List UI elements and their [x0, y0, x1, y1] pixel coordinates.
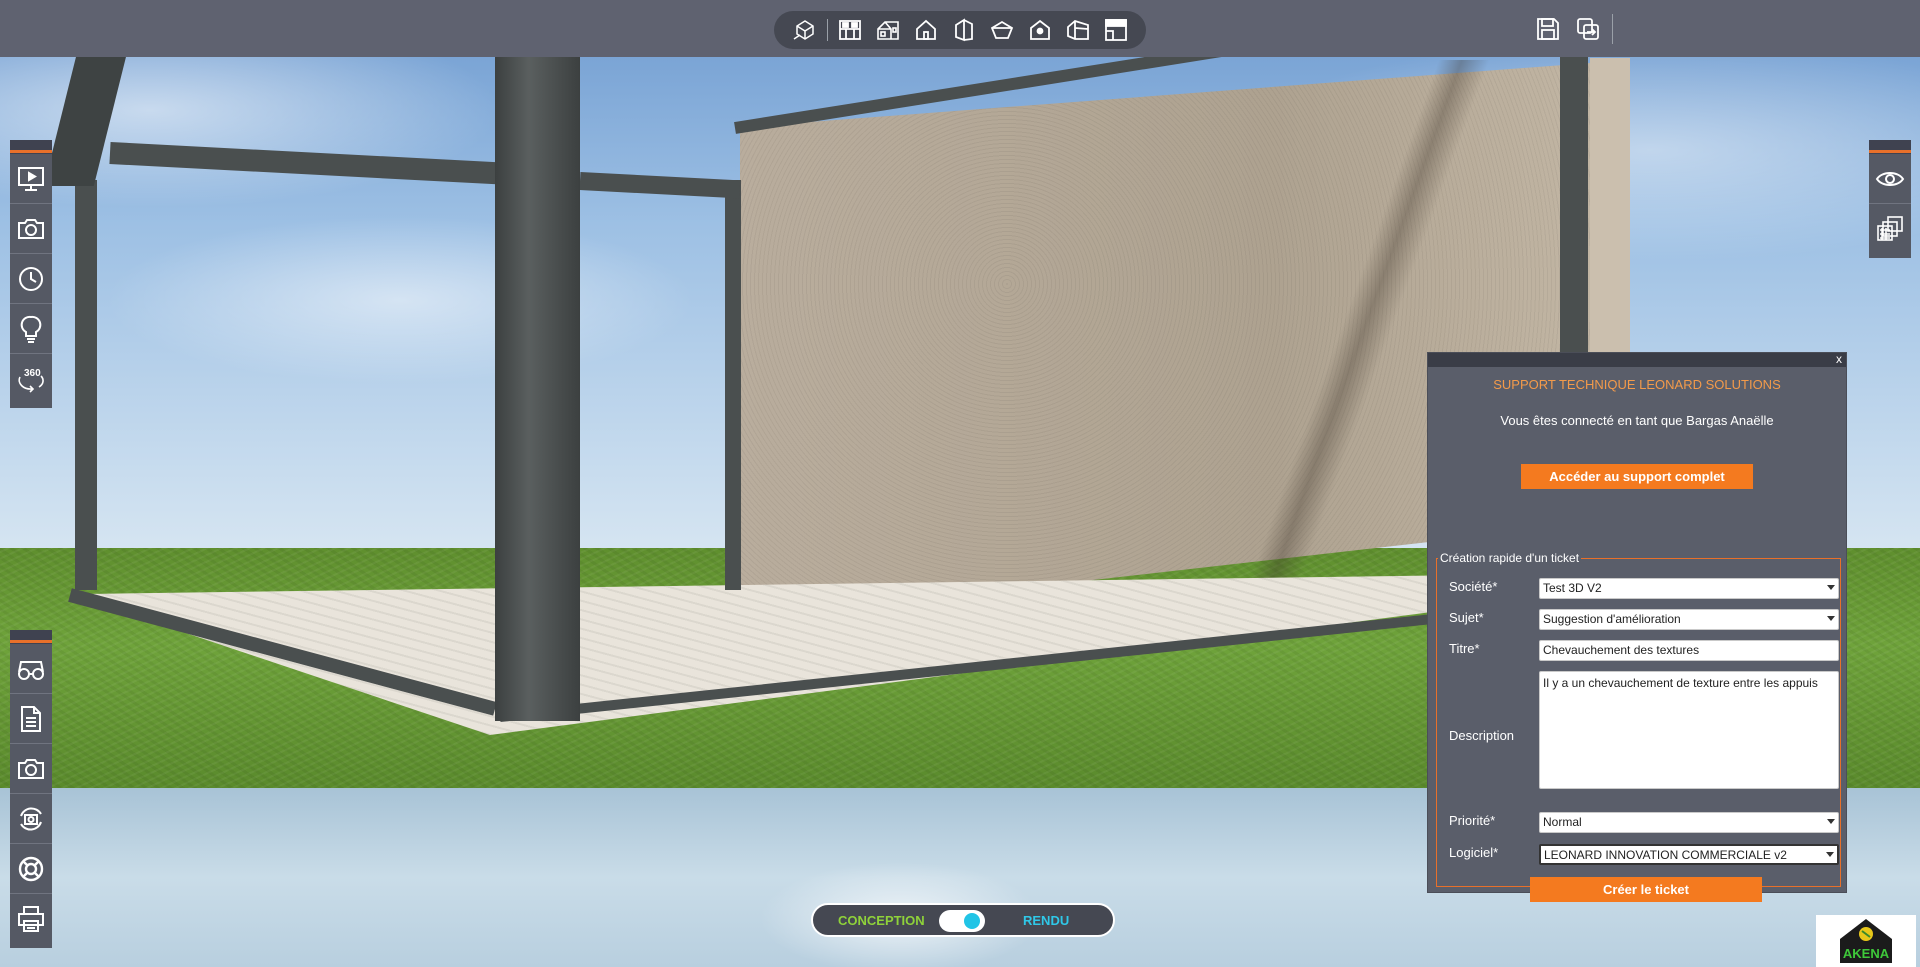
top-right-actions: [1532, 10, 1613, 48]
full-support-button[interactable]: Accéder au support complet: [1521, 464, 1753, 489]
conception-label[interactable]: CONCEPTION: [838, 913, 925, 928]
titre-input[interactable]: Chevauchement des textures: [1539, 640, 1839, 661]
house-front-icon[interactable]: [910, 14, 942, 46]
view-toolbar: [774, 11, 1146, 49]
house-side-icon[interactable]: [948, 14, 980, 46]
export-icon[interactable]: [1572, 13, 1604, 45]
printer-icon[interactable]: [10, 894, 52, 944]
clock-icon[interactable]: [10, 254, 52, 304]
description-textarea[interactable]: Il y a un chevauchement de texture entre…: [1539, 671, 1839, 789]
sujet-label: Sujet*: [1449, 610, 1484, 625]
societe-value: Test 3D V2: [1543, 581, 1602, 595]
right-toolbar: [1869, 140, 1911, 258]
pergola-post: [725, 180, 741, 590]
eye-icon[interactable]: [1869, 154, 1911, 204]
house-open-icon[interactable]: [1062, 14, 1094, 46]
svg-text:360: 360: [24, 368, 41, 379]
priorite-select[interactable]: Normal: [1539, 812, 1839, 833]
top-bar: [0, 0, 1920, 57]
left-toolbar-top: 360: [10, 140, 52, 408]
mode-switch[interactable]: [939, 910, 985, 932]
house-perspective-icon[interactable]: [872, 14, 904, 46]
house-point-icon[interactable]: [1024, 14, 1056, 46]
titre-label: Titre*: [1449, 641, 1480, 656]
switch-knob: [964, 913, 980, 929]
logiciel-value: LEONARD INNOVATION COMMERCIALE v2: [1544, 848, 1787, 862]
section-view-icon[interactable]: [1100, 14, 1132, 46]
panel-title: SUPPORT TECHNIQUE LEONARD SOLUTIONS: [1493, 377, 1781, 392]
priorite-label: Priorité*: [1449, 813, 1496, 828]
glasses-icon[interactable]: [10, 644, 52, 694]
camera-icon[interactable]: [10, 204, 52, 254]
chevron-down-icon: [1826, 852, 1834, 857]
logo-text: AKENA: [1843, 946, 1890, 961]
create-ticket-button[interactable]: Créer le ticket: [1530, 877, 1762, 902]
logiciel-select[interactable]: LEONARD INNOVATION COMMERCIALE v2: [1539, 844, 1839, 865]
left-toolbar-bottom: [10, 630, 52, 948]
panel-header: x: [1428, 352, 1846, 367]
camera-icon[interactable]: [10, 744, 52, 794]
description-label: Description: [1449, 728, 1515, 743]
save-icon[interactable]: [1532, 13, 1564, 45]
3d-view-icon[interactable]: [789, 14, 821, 46]
pergola-post: [75, 180, 97, 590]
priorite-value: Normal: [1543, 815, 1582, 829]
toolbar-separator: [826, 19, 828, 41]
roof-top-icon[interactable]: [986, 14, 1018, 46]
presentation-icon[interactable]: [10, 154, 52, 204]
quick-ticket-form: Création rapide d'un ticket Société* Tes…: [1436, 551, 1841, 902]
rendu-label[interactable]: RENDU: [1023, 913, 1069, 928]
mode-toggle: CONCEPTION RENDU: [811, 903, 1115, 937]
societe-label: Société*: [1449, 579, 1498, 594]
chevron-down-icon: [1827, 616, 1835, 621]
form-legend: Création rapide d'un ticket: [1440, 551, 1580, 565]
societe-select[interactable]: Test 3D V2: [1539, 578, 1839, 599]
plan-view-icon[interactable]: [834, 14, 866, 46]
layers-icon[interactable]: [1869, 204, 1911, 254]
support-panel: x SUPPORT TECHNIQUE LEONARD SOLUTIONS Vo…: [1427, 352, 1847, 902]
akena-logo-mark: AKENA: [1840, 919, 1892, 963]
close-button[interactable]: x: [1836, 352, 1842, 366]
toolbar-separator: [1612, 14, 1613, 44]
connected-user-text: Vous êtes connecté en tant que Bargas An…: [1500, 413, 1774, 428]
photo-rotate-icon[interactable]: [10, 794, 52, 844]
lightbulb-icon[interactable]: [10, 304, 52, 354]
akena-logo: AKENA: [1816, 915, 1916, 967]
lifebuoy-icon[interactable]: [10, 844, 52, 894]
chevron-down-icon: [1827, 819, 1835, 824]
logiciel-label: Logiciel*: [1449, 845, 1499, 860]
sujet-select[interactable]: Suggestion d'amélioration: [1539, 609, 1839, 630]
chevron-down-icon: [1827, 585, 1835, 590]
sujet-value: Suggestion d'amélioration: [1543, 612, 1681, 626]
rotate-360-icon[interactable]: 360: [10, 354, 52, 404]
document-icon[interactable]: [10, 694, 52, 744]
pergola-post: [495, 56, 580, 721]
